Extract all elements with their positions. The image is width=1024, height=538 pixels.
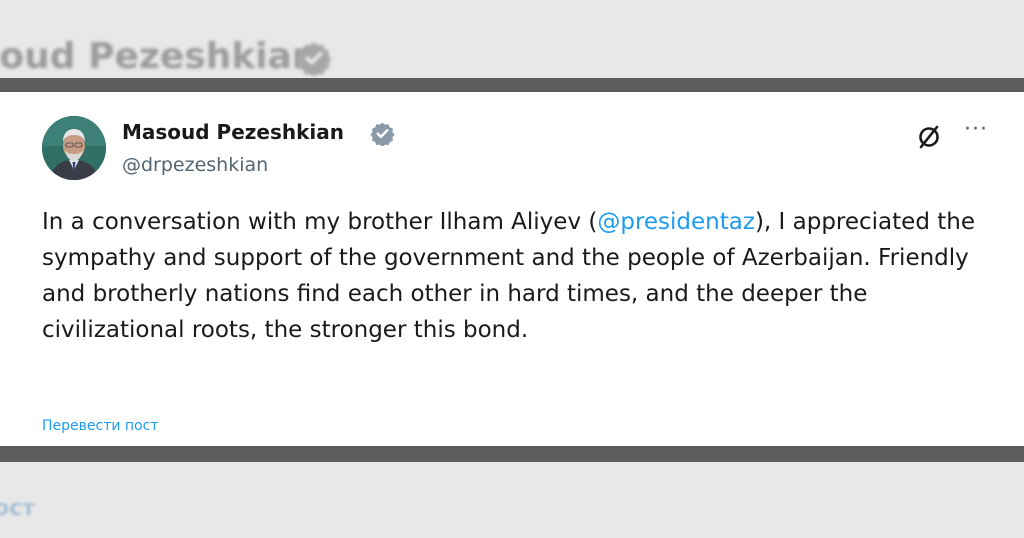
background-author-name: soud Pezeshkian — [0, 36, 318, 77]
background-post-link: ост — [0, 496, 35, 521]
tweet-text: In a conversation with my brother Ilham … — [42, 204, 982, 348]
more-dots-icon[interactable]: ··· — [960, 119, 992, 148]
translate-post-link[interactable]: Перевести пост — [42, 418, 158, 434]
tweet-card: Masoud Pezeshkian @drpezeshkian ··· In a… — [0, 92, 1024, 446]
author-name[interactable]: Masoud Pezeshkian — [122, 120, 344, 144]
background-verified-icon — [296, 42, 332, 76]
mention-link[interactable]: @presidentaz — [597, 209, 755, 235]
avatar-portrait-icon — [42, 116, 106, 180]
verified-badge-icon — [370, 122, 395, 146]
grok-slash-icon[interactable] — [914, 122, 944, 152]
tweet-text-before: In a conversation with my brother Ilham … — [42, 209, 598, 235]
author-handle[interactable]: @drpezeshkian — [122, 154, 268, 176]
avatar[interactable] — [42, 116, 106, 180]
